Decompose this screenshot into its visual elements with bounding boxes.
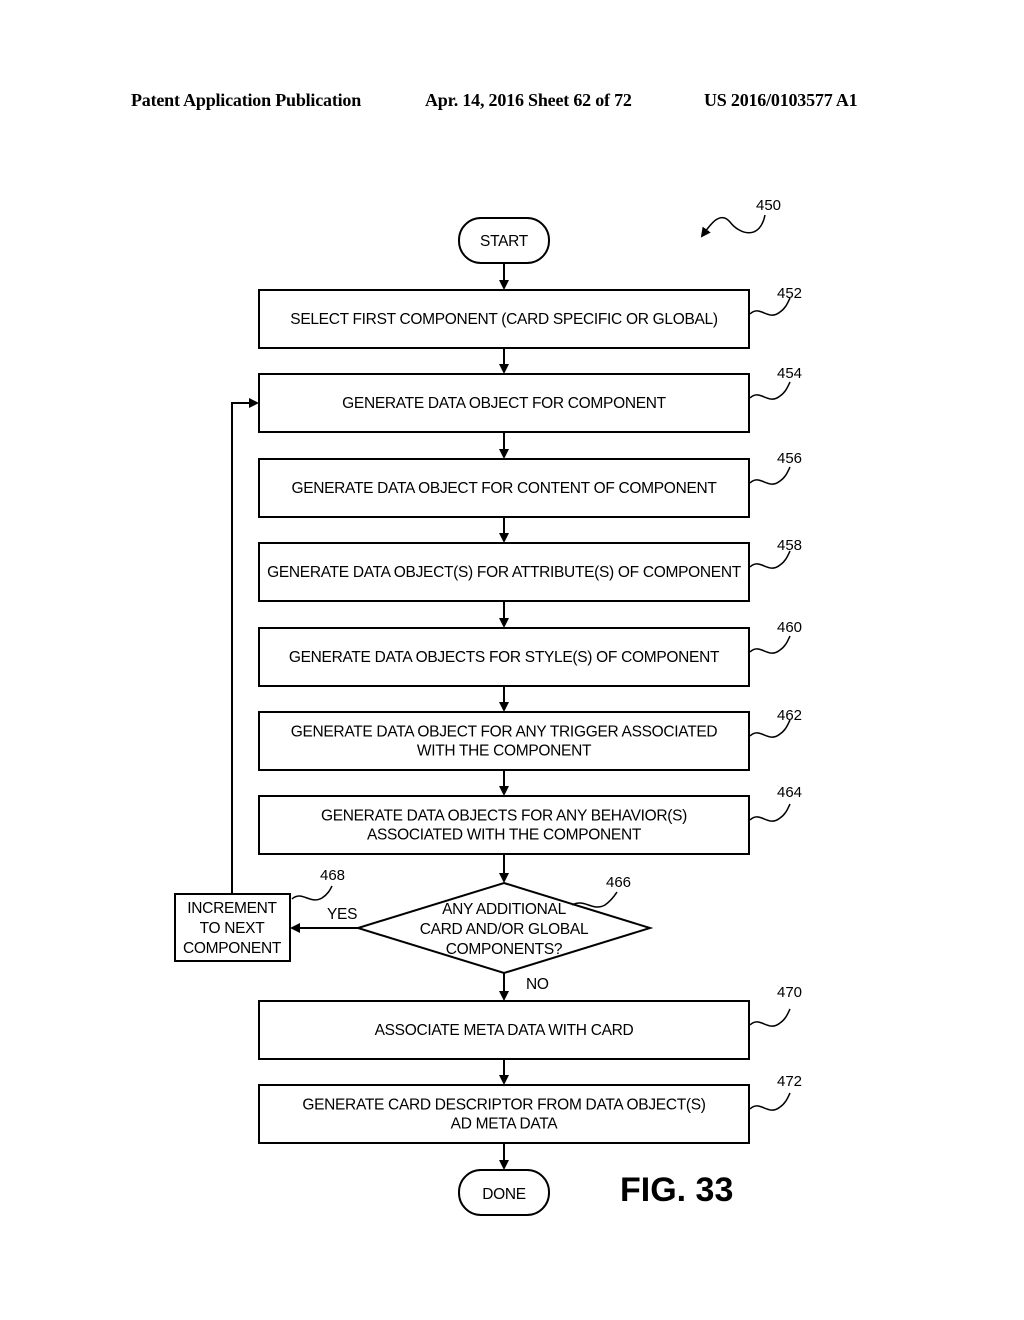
step-text-line: WITH THE COMPONENT — [417, 743, 592, 760]
step-box-458: GENERATE DATA OBJECT(S) FOR ATTRIBUTE(S)… — [258, 537, 802, 602]
ref-number: 460 — [777, 619, 802, 636]
ref-number: 468 — [320, 867, 345, 884]
step-box-frame — [258, 1084, 750, 1144]
ref-number: 454 — [777, 365, 802, 382]
ref-leader — [571, 891, 618, 908]
ref-number: 456 — [777, 450, 802, 467]
increment-box-468: INCREMENT TO NEXT COMPONENT 468 — [174, 867, 345, 962]
step-text-line: SELECT FIRST COMPONENT (CARD SPECIFIC OR… — [290, 311, 718, 328]
ref-leader — [291, 885, 333, 901]
step-box-frame — [258, 795, 750, 855]
step-box-frame — [258, 711, 750, 771]
step-box-462: GENERATE DATA OBJECT FOR ANY TRIGGER ASS… — [258, 707, 802, 771]
step-box-464: GENERATE DATA OBJECTS FOR ANY BEHAVIOR(S… — [258, 784, 802, 855]
no-label: NO — [526, 976, 549, 993]
step-box-456: GENERATE DATA OBJECT FOR CONTENT OF COMP… — [258, 450, 802, 518]
step-text-line: GENERATE DATA OBJECT FOR COMPONENT — [342, 395, 666, 412]
step-text-line: GENERATE DATA OBJECT FOR ANY TRIGGER ASS… — [291, 724, 718, 741]
step-box-472: GENERATE CARD DESCRIPTOR FROM DATA OBJEC… — [258, 1073, 802, 1144]
start-terminal: START — [458, 217, 550, 264]
step-text-line: ASSOCIATE META DATA WITH CARD — [375, 1022, 634, 1039]
increment-text-line: TO NEXT — [200, 920, 266, 937]
ref-leader — [749, 466, 791, 485]
step-text-line: AD META DATA — [451, 1116, 559, 1133]
step-box-460: GENERATE DATA OBJECTS FOR STYLE(S) OF CO… — [258, 619, 802, 687]
flowchart: 450 START SELECT FIRST COMPONENT (CARD S… — [174, 197, 802, 1216]
step-box-454: GENERATE DATA OBJECT FOR COMPONENT 454 — [258, 365, 802, 433]
yes-label: YES — [327, 906, 357, 923]
step-text-line: GENERATE DATA OBJECTS FOR ANY BEHAVIOR(S… — [321, 808, 687, 825]
ref-leader — [749, 635, 791, 654]
step-text-line: GENERATE DATA OBJECTS FOR STYLE(S) OF CO… — [289, 649, 720, 666]
ref-leader — [749, 1008, 791, 1027]
ref-leader — [749, 803, 791, 822]
ref-number: 470 — [777, 984, 802, 1001]
decision-text-line: CARD AND/OR GLOBAL — [420, 921, 589, 938]
step-text-line: ASSOCIATED WITH THE COMPONENT — [367, 827, 642, 844]
increment-text-line: COMPONENT — [183, 940, 282, 957]
ref-number: 466 — [606, 874, 631, 891]
figure-label: FIG. 33 — [620, 1171, 733, 1209]
figure-ref-pointer — [700, 214, 766, 238]
step-box-452: SELECT FIRST COMPONENT (CARD SPECIFIC OR… — [258, 285, 802, 349]
ref-number: 472 — [777, 1073, 802, 1090]
start-label: START — [480, 233, 529, 250]
decision-text-line: ANY ADDITIONAL — [442, 901, 567, 918]
figure-ref-label: 450 — [756, 197, 781, 214]
step-box-470: ASSOCIATE META DATA WITH CARD 470 — [258, 984, 802, 1060]
ref-number: 464 — [777, 784, 802, 801]
step-text-line: GENERATE DATA OBJECT(S) FOR ATTRIBUTE(S)… — [267, 564, 742, 581]
ref-leader — [749, 1092, 791, 1111]
ref-leader — [749, 381, 791, 400]
step-text-line: GENERATE CARD DESCRIPTOR FROM DATA OBJEC… — [302, 1097, 705, 1114]
decision-466: ANY ADDITIONAL CARD AND/OR GLOBAL COMPON… — [354, 874, 654, 975]
done-terminal: DONE — [458, 1169, 550, 1216]
decision-text-line: COMPONENTS? — [446, 941, 563, 958]
loop-arrow-468-to-454 — [231, 398, 259, 894]
done-label: DONE — [482, 1186, 526, 1203]
increment-text-line: INCREMENT — [187, 900, 277, 917]
step-text-line: GENERATE DATA OBJECT FOR CONTENT OF COMP… — [291, 480, 717, 497]
